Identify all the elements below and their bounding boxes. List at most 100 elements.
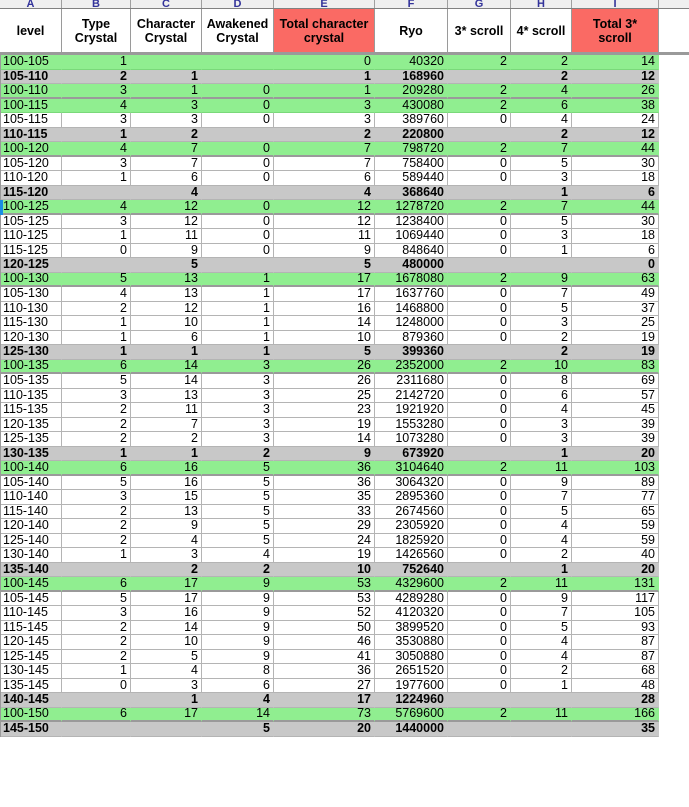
cell-level[interactable]: 145-150 — [0, 722, 62, 737]
cell-charc[interactable]: 2 — [131, 432, 202, 447]
cell-ryo[interactable]: 480000 — [375, 258, 448, 273]
cell-t3[interactable]: 93 — [572, 620, 659, 635]
cell-s3[interactable]: 0 — [448, 301, 511, 316]
cell-awak[interactable]: 4 — [202, 548, 274, 563]
cell-s4[interactable]: 2 — [511, 664, 572, 679]
column-letter-E[interactable]: E — [274, 0, 375, 8]
table-row[interactable]: 100-125 4 12 0 12 1278720 2 7 44 — [0, 200, 689, 215]
cell-level[interactable]: 125-145 — [0, 649, 62, 664]
cell-type[interactable]: 4 — [62, 287, 131, 302]
header-cell-level[interactable]: level — [0, 9, 62, 52]
header-cell-awak[interactable]: Awakened Crystal — [202, 9, 274, 52]
cell-ryo[interactable]: 1224960 — [375, 693, 448, 708]
cell-t3[interactable]: 19 — [572, 330, 659, 345]
cell-s4[interactable]: 11 — [511, 707, 572, 722]
cell-type[interactable]: 6 — [62, 359, 131, 374]
column-letter-H[interactable]: H — [511, 0, 572, 8]
cell-type[interactable]: 2 — [62, 649, 131, 664]
cell-s3[interactable]: 0 — [448, 664, 511, 679]
table-row[interactable]: 105-145 5 17 9 53 4289280 0 9 117 — [0, 591, 689, 606]
cell-charc[interactable]: 13 — [131, 504, 202, 519]
cell-charc[interactable]: 1 — [131, 84, 202, 99]
column-letter-B[interactable]: B — [62, 0, 131, 8]
cell-t3[interactable]: 18 — [572, 171, 659, 186]
table-row[interactable]: 105-130 4 13 1 17 1637760 0 7 49 — [0, 287, 689, 302]
table-row[interactable]: 115-130 1 10 1 14 1248000 0 3 25 — [0, 316, 689, 331]
cell-awak[interactable]: 3 — [202, 403, 274, 418]
cell-t3[interactable]: 59 — [572, 533, 659, 548]
cell-charc[interactable]: 12 — [131, 301, 202, 316]
cell-totalc[interactable]: 35 — [274, 490, 375, 505]
table-row[interactable]: 115-145 2 14 9 50 3899520 0 5 93 — [0, 620, 689, 635]
cell-charc[interactable]: 1 — [131, 693, 202, 708]
cell-charc[interactable]: 5 — [131, 649, 202, 664]
cell-type[interactable]: 1 — [62, 664, 131, 679]
cell-s3[interactable]: 2 — [448, 577, 511, 592]
cell-ryo[interactable]: 5769600 — [375, 707, 448, 722]
cell-charc[interactable]: 4 — [131, 533, 202, 548]
cell-t3[interactable]: 49 — [572, 287, 659, 302]
cell-s4[interactable]: 4 — [511, 113, 572, 128]
cell-awak[interactable]: 14 — [202, 707, 274, 722]
cell-s3[interactable]: 0 — [448, 432, 511, 447]
cell-ryo[interactable]: 798720 — [375, 142, 448, 157]
table-row[interactable]: 125-135 2 2 3 14 1073280 0 3 39 — [0, 432, 689, 447]
cell-level[interactable]: 125-135 — [0, 432, 62, 447]
cell-charc[interactable]: 10 — [131, 635, 202, 650]
header-cell-s4[interactable]: 4* scroll — [511, 9, 572, 52]
cell-t3[interactable]: 12 — [572, 127, 659, 142]
cell-totalc[interactable]: 2 — [274, 127, 375, 142]
cell-t3[interactable]: 35 — [572, 722, 659, 737]
cell-level[interactable]: 120-130 — [0, 330, 62, 345]
cell-s3[interactable]: 0 — [448, 519, 511, 534]
cell-totalc[interactable]: 27 — [274, 678, 375, 693]
cell-totalc[interactable]: 3 — [274, 98, 375, 113]
cell-ryo[interactable]: 1248000 — [375, 316, 448, 331]
cell-awak[interactable]: 3 — [202, 374, 274, 389]
cell-ryo[interactable]: 848640 — [375, 243, 448, 258]
cell-charc[interactable]: 16 — [131, 606, 202, 621]
cell-awak[interactable]: 9 — [202, 620, 274, 635]
cell-t3[interactable]: 12 — [572, 69, 659, 84]
cell-type[interactable] — [62, 185, 131, 200]
cell-s3[interactable]: 0 — [448, 635, 511, 650]
cell-charc[interactable]: 4 — [131, 664, 202, 679]
table-row[interactable]: 105-140 5 16 5 36 3064320 0 9 89 — [0, 475, 689, 490]
cell-t3[interactable]: 77 — [572, 490, 659, 505]
cell-ryo[interactable]: 40320 — [375, 55, 448, 70]
table-row[interactable]: 130-145 1 4 8 36 2651520 0 2 68 — [0, 664, 689, 679]
cell-type[interactable]: 0 — [62, 678, 131, 693]
cell-awak[interactable]: 5 — [202, 519, 274, 534]
cell-ryo[interactable]: 2674560 — [375, 504, 448, 519]
cell-totalc[interactable]: 3 — [274, 113, 375, 128]
cell-totalc[interactable]: 24 — [274, 533, 375, 548]
table-row[interactable]: 100-140 6 16 5 36 3104640 2 11 103 — [0, 461, 689, 476]
cell-ryo[interactable]: 1637760 — [375, 287, 448, 302]
cell-s4[interactable]: 2 — [511, 55, 572, 70]
cell-t3[interactable]: 117 — [572, 591, 659, 606]
cell-level[interactable]: 115-140 — [0, 504, 62, 519]
cell-s3[interactable] — [448, 345, 511, 360]
cell-type[interactable]: 3 — [62, 388, 131, 403]
cell-s3[interactable]: 0 — [448, 374, 511, 389]
cell-charc[interactable]: 12 — [131, 214, 202, 229]
cell-charc[interactable]: 3 — [131, 678, 202, 693]
cell-ryo[interactable]: 209280 — [375, 84, 448, 99]
cell-level[interactable]: 105-115 — [0, 113, 62, 128]
cell-charc[interactable]: 4 — [131, 185, 202, 200]
cell-type[interactable]: 5 — [62, 475, 131, 490]
table-row[interactable]: 105-120 3 7 0 7 758400 0 5 30 — [0, 156, 689, 171]
cell-type[interactable]: 1 — [62, 345, 131, 360]
cell-s3[interactable]: 0 — [448, 287, 511, 302]
cell-totalc[interactable]: 26 — [274, 359, 375, 374]
cell-ryo[interactable]: 4289280 — [375, 591, 448, 606]
cell-charc[interactable]: 15 — [131, 490, 202, 505]
cell-awak[interactable]: 0 — [202, 113, 274, 128]
cell-ryo[interactable]: 368640 — [375, 185, 448, 200]
cell-s4[interactable]: 1 — [511, 243, 572, 258]
table-row[interactable]: 110-145 3 16 9 52 4120320 0 7 105 — [0, 606, 689, 621]
cell-t3[interactable]: 44 — [572, 142, 659, 157]
cell-ryo[interactable]: 3104640 — [375, 461, 448, 476]
cell-type[interactable]: 2 — [62, 69, 131, 84]
cell-totalc[interactable]: 19 — [274, 417, 375, 432]
